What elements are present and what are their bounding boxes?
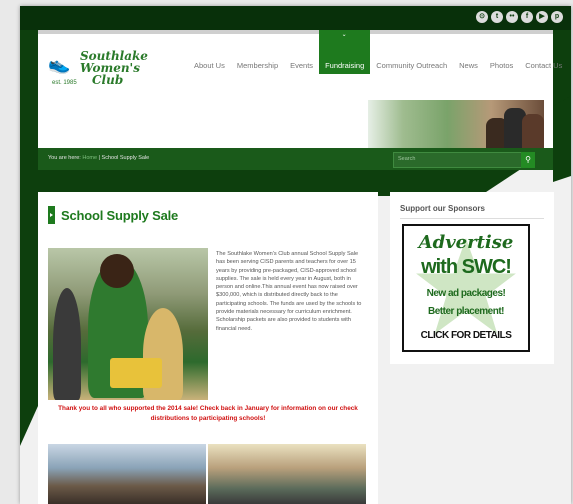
photo-figure (100, 254, 134, 288)
nav-about-us[interactable]: About Us (188, 30, 231, 74)
page-title-text: School Supply Sale (61, 207, 179, 223)
ad-line-1: Advertise (418, 232, 514, 253)
search-icon: ⚲ (525, 155, 531, 164)
header-banner-image (368, 100, 544, 148)
photo-figure (53, 288, 81, 400)
page-title: School Supply Sale (48, 206, 178, 224)
sponsors-sidebar: Support our Sponsors Advertise with SWC!… (390, 192, 554, 364)
twitter-icon[interactable]: t (491, 11, 503, 23)
search-input[interactable]: Search ⚲ (393, 152, 535, 168)
sidebar-divider (400, 218, 544, 219)
breadcrumb: You are here: Home | School Supply Sale (48, 155, 149, 161)
nav-fundraising[interactable]: ⌄ Fundraising (319, 30, 371, 74)
nav-news[interactable]: News (453, 30, 484, 74)
search-placeholder: Search (398, 156, 416, 162)
breadcrumb-bar: You are here: Home | School Supply Sale … (38, 148, 553, 170)
volunteer-photo-1 (48, 444, 206, 504)
social-links: ⊙ t •• f ▶ p (476, 11, 563, 23)
rss-icon[interactable]: ⊙ (476, 11, 488, 23)
ad-line-2: with SWC! (421, 256, 512, 278)
logo-est: est. 1985 (52, 80, 77, 86)
nav-events[interactable]: Events (284, 30, 319, 74)
breadcrumb-home-link[interactable]: Home (82, 155, 97, 161)
nav-contact-us[interactable]: Contact Us (519, 30, 568, 74)
site-logo[interactable]: 👟 Southlake Women's Club est. 1985 (48, 48, 148, 92)
main-content: School Supply Sale The Southlake Women's… (38, 192, 378, 504)
main-nav: About Us Membership Events ⌄ Fundraising … (188, 30, 568, 74)
school-supply-photo (48, 248, 208, 400)
ad-line-3: New ad packages! (426, 288, 506, 299)
sidebar-title: Support our Sponsors (400, 204, 485, 213)
title-marker (48, 206, 55, 224)
pinterest-icon[interactable]: p (551, 11, 563, 23)
flickr-icon[interactable]: •• (506, 11, 518, 23)
breadcrumb-prefix: You are here: (48, 155, 81, 161)
volunteer-photo-2 (208, 444, 366, 504)
breadcrumb-current: School Supply Sale (101, 155, 150, 161)
ad-line-4: Better placement! (428, 306, 504, 317)
banner-person (522, 114, 544, 148)
shoe-icon: 👟 (48, 54, 71, 74)
thank-you-notice: Thank you to all who supported the 2014 … (58, 405, 358, 422)
nav-membership[interactable]: Membership (231, 30, 284, 74)
search-button[interactable]: ⚲ (521, 152, 535, 168)
site-header: 👟 Southlake Women's Club est. 1985 About… (38, 30, 562, 148)
ad-line-5: CLICK FOR DETAILS (420, 330, 512, 341)
advertise-banner[interactable]: Advertise with SWC! New ad packages! Bet… (402, 224, 530, 352)
facebook-icon[interactable]: f (521, 11, 533, 23)
photo-figure (110, 358, 162, 388)
youtube-icon[interactable]: ▶ (536, 11, 548, 23)
nav-community-outreach[interactable]: Community Outreach (370, 30, 453, 74)
logo-line-3: Club (92, 73, 124, 87)
page: ⊙ t •• f ▶ p 👟 Southlake Women's Club es… (20, 6, 571, 504)
nav-fundraising-label: Fundraising (325, 61, 365, 70)
intro-paragraph: The Southlake Women's Club annual School… (216, 251, 362, 332)
nav-photos[interactable]: Photos (484, 30, 519, 74)
chevron-down-icon: ⌄ (341, 32, 347, 38)
